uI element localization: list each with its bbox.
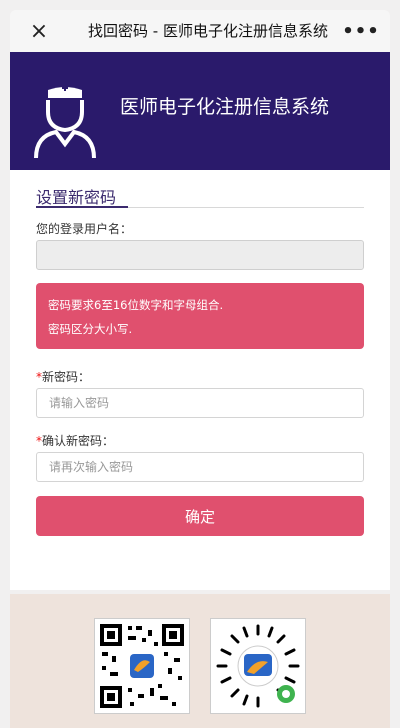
header-banner: 医师电子化注册信息系统 [10, 52, 390, 170]
alert-line: 密码区分大小写. [48, 322, 133, 336]
section-underline [36, 206, 128, 208]
more-options-icon[interactable]: ••• [342, 16, 379, 46]
qr-code-pattern [100, 624, 184, 708]
qr-code [94, 618, 190, 714]
new-password-input[interactable] [36, 388, 364, 418]
new-password-label: *新密码： [36, 368, 90, 385]
password-reset-form: 设置新密码 您的登录用户名： 密码要求6至16位数字和字母组合. 密码区分大小写… [10, 170, 390, 590]
doctor-icon [34, 85, 96, 159]
confirm-password-label: *确认新密码： [36, 432, 114, 449]
divider [128, 207, 364, 208]
password-rules-alert: 密码要求6至16位数字和字母组合. 密码区分大小写. [36, 283, 364, 349]
footer [10, 594, 390, 728]
section-title: 设置新密码 [36, 188, 117, 207]
username-field [36, 240, 364, 270]
phone-frame: × 找回密码 - 医师电子化注册信息系统 ••• 医师电子化注册信息系统 设置新… [0, 0, 400, 728]
confirm-password-input[interactable] [36, 452, 364, 482]
new-password-label-text: 新密码： [42, 370, 91, 384]
alert-line: 密码要求6至16位数字和字母组合. [48, 298, 224, 312]
username-label: 您的登录用户名： [36, 222, 133, 236]
confirm-password-label-text: 确认新密码： [42, 434, 115, 448]
page-title: 找回密码 - 医师电子化注册信息系统 [88, 22, 328, 40]
mini-program-code [210, 618, 306, 714]
system-title: 医师电子化注册信息系统 [120, 96, 330, 118]
top-nav-bar: × 找回密码 - 医师电子化注册信息系统 ••• [10, 10, 390, 52]
confirm-button[interactable]: 确定 [36, 496, 364, 536]
close-icon[interactable]: × [24, 16, 54, 46]
mini-program-pattern [216, 624, 300, 708]
